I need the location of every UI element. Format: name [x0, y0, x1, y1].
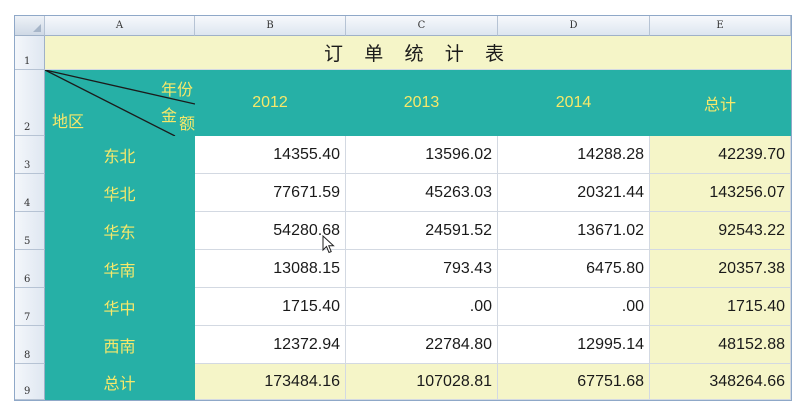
value-cell[interactable]: 13596.02: [346, 136, 498, 174]
header-2012[interactable]: 2012: [195, 70, 346, 136]
value-cell[interactable]: 45263.03: [346, 174, 498, 212]
value-cell[interactable]: 13671.02: [498, 212, 650, 250]
value-cell[interactable]: 77671.59: [195, 174, 346, 212]
mouse-pointer-icon: [322, 235, 335, 254]
row-header-1[interactable]: 1: [15, 36, 45, 70]
value-cell[interactable]: 12995.14: [498, 326, 650, 364]
column-header-b[interactable]: B: [195, 16, 346, 36]
value-cell[interactable]: 1715.40: [195, 288, 346, 326]
header-2013[interactable]: 2013: [346, 70, 498, 136]
year-label: 年份: [161, 82, 194, 99]
value-cell[interactable]: .00: [498, 288, 650, 326]
value-cell[interactable]: 24591.52: [346, 212, 498, 250]
row-header-2[interactable]: 2: [15, 70, 45, 136]
row-total-cell[interactable]: 42239.70: [650, 136, 791, 174]
value-cell[interactable]: 14288.28: [498, 136, 650, 174]
row-header-6[interactable]: 6: [15, 250, 45, 288]
region-cell[interactable]: 华东: [45, 212, 195, 250]
row-total-cell[interactable]: 143256.07: [650, 174, 791, 212]
grand-total-label[interactable]: 总计: [45, 364, 195, 400]
value-cell[interactable]: 6475.80: [498, 250, 650, 288]
value-cell[interactable]: 20321.44: [498, 174, 650, 212]
row-header-8[interactable]: 8: [15, 326, 45, 364]
column-header-a[interactable]: A: [45, 16, 195, 36]
value-cell[interactable]: 12372.94: [195, 326, 346, 364]
column-header-e[interactable]: E: [650, 16, 791, 36]
row-total-cell[interactable]: 92543.22: [650, 212, 791, 250]
row-total-cell[interactable]: 20357.38: [650, 250, 791, 288]
value-cell[interactable]: 14355.40: [195, 136, 346, 174]
row-header-4[interactable]: 4: [15, 174, 45, 212]
region-cell[interactable]: 华北: [45, 174, 195, 212]
row-header-3[interactable]: 3: [15, 136, 45, 174]
row-total-cell[interactable]: 1715.40: [650, 288, 791, 326]
amount-label-2: 额: [179, 116, 196, 133]
value-cell[interactable]: .00: [346, 288, 498, 326]
column-header-c[interactable]: C: [346, 16, 498, 36]
column-total-cell[interactable]: 173484.16: [195, 364, 346, 400]
grand-total-cell[interactable]: 348264.66: [650, 364, 791, 400]
amount-label-1: 金: [161, 108, 178, 125]
header-2014[interactable]: 2014: [498, 70, 650, 136]
select-all-corner[interactable]: [15, 16, 45, 36]
row-total-cell[interactable]: 48152.88: [650, 326, 791, 364]
spreadsheet-grid: A B C D E 1 2 3 4 5 6 7 8 9 订 单 统 计 表 年份…: [14, 15, 792, 401]
row-header-5[interactable]: 5: [15, 212, 45, 250]
region-label: 地区: [52, 114, 85, 131]
column-total-cell[interactable]: 67751.68: [498, 364, 650, 400]
region-cell[interactable]: 华中: [45, 288, 195, 326]
value-cell[interactable]: 793.43: [346, 250, 498, 288]
value-cell[interactable]: 13088.15: [195, 250, 346, 288]
column-total-cell[interactable]: 107028.81: [346, 364, 498, 400]
header-total[interactable]: 总计: [650, 70, 791, 136]
row-header-9[interactable]: 9: [15, 364, 45, 400]
region-cell[interactable]: 华南: [45, 250, 195, 288]
column-header-d[interactable]: D: [498, 16, 650, 36]
region-cell[interactable]: 西南: [45, 326, 195, 364]
row-header-7[interactable]: 7: [15, 288, 45, 326]
region-cell[interactable]: 东北: [45, 136, 195, 174]
diagonal-header-cell[interactable]: 年份 金 额 地区: [45, 70, 195, 136]
value-cell[interactable]: 22784.80: [346, 326, 498, 364]
sheet-title[interactable]: 订 单 统 计 表: [45, 36, 791, 70]
select-all-icon: [33, 24, 41, 32]
